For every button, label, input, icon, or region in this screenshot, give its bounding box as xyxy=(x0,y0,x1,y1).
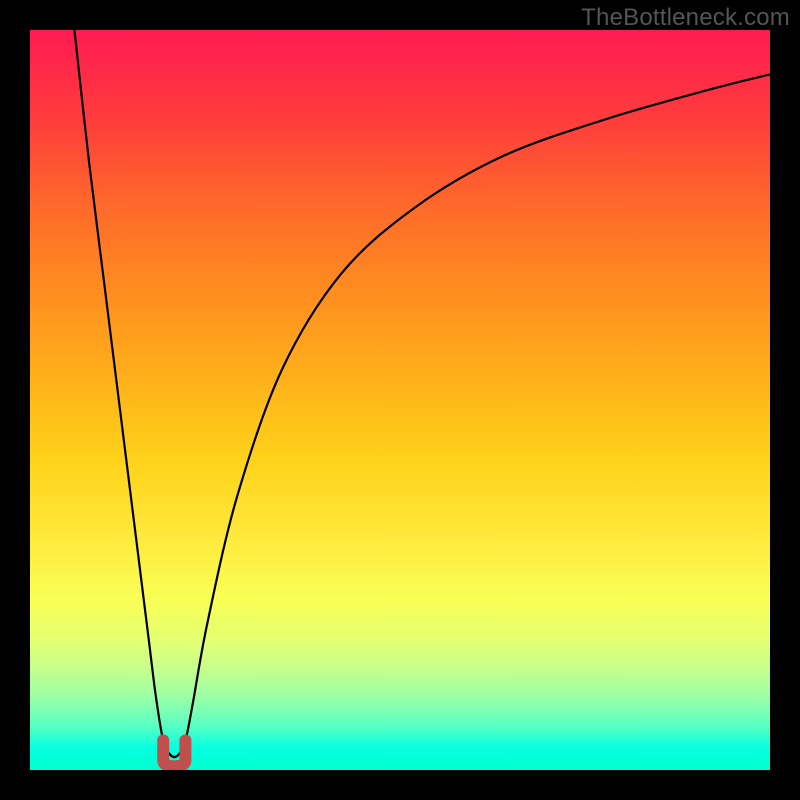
chart-plot-area xyxy=(30,30,770,770)
bottleneck-curve-path xyxy=(74,30,770,757)
curve-dip-marker xyxy=(163,740,185,766)
bottleneck-curve-svg xyxy=(30,30,770,770)
watermark-text: TheBottleneck.com xyxy=(581,4,790,32)
